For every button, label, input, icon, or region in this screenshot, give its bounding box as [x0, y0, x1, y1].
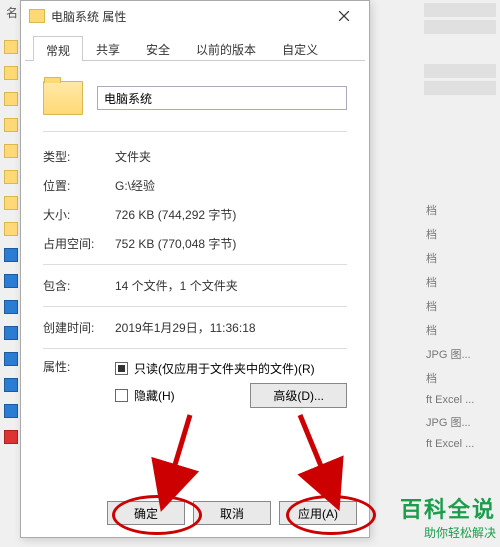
tab-sharing[interactable]: 共享	[83, 35, 133, 60]
location-label: 位置:	[43, 177, 115, 194]
hidden-checkbox[interactable]	[115, 389, 128, 402]
created-label: 创建时间:	[43, 319, 115, 336]
titlebar[interactable]: 电脑系统 属性	[21, 1, 369, 31]
type-label: 类型:	[43, 148, 115, 165]
big-folder-icon	[43, 81, 83, 115]
ok-button[interactable]: 确定	[107, 501, 185, 525]
bg-icon-column	[4, 40, 18, 456]
attributes-label: 属性:	[43, 358, 115, 375]
type-value: 文件夹	[115, 148, 347, 165]
tab-general[interactable]: 常规	[33, 36, 83, 61]
size-label: 大小:	[43, 206, 115, 223]
location-value: G:\经验	[115, 177, 347, 194]
tab-previous-versions[interactable]: 以前的版本	[183, 35, 269, 60]
folder-icon	[29, 9, 45, 23]
readonly-checkbox[interactable]	[115, 362, 128, 375]
disk-size-value: 752 KB (770,048 字节)	[115, 235, 347, 252]
tab-security[interactable]: 安全	[133, 35, 183, 60]
tab-content: 类型: 文件夹 位置: G:\经验 大小: 726 KB (744,292 字节…	[21, 61, 369, 425]
properties-dialog: 电脑系统 属性 常规 共享 安全 以前的版本 自定义 类型: 文件夹 位置: G…	[20, 0, 370, 538]
contains-value: 14 个文件，1 个文件夹	[115, 277, 347, 294]
hidden-label: 隐藏(H)	[134, 387, 175, 404]
watermark-subtitle: 助你轻松解决	[400, 524, 496, 541]
size-value: 726 KB (744,292 字节)	[115, 206, 347, 223]
close-icon	[339, 11, 349, 21]
disk-size-label: 占用空间:	[43, 235, 115, 252]
apply-button[interactable]: 应用(A)	[279, 501, 357, 525]
readonly-label: 只读(仅应用于文件夹中的文件)(R)	[134, 360, 315, 377]
window-title: 电脑系统 属性	[51, 8, 323, 25]
advanced-button[interactable]: 高级(D)...	[250, 383, 347, 408]
close-button[interactable]	[323, 2, 365, 30]
tab-strip: 常规 共享 安全 以前的版本 自定义	[25, 31, 365, 61]
watermark-title: 百科全说	[400, 492, 496, 524]
bg-file-types: 档 档 档 档 档 档 JPG 图... 档 ft Excel ... JPG …	[420, 0, 500, 454]
tab-customize[interactable]: 自定义	[269, 35, 331, 60]
folder-name-input[interactable]	[97, 86, 347, 110]
contains-label: 包含:	[43, 277, 115, 294]
cancel-button[interactable]: 取消	[193, 501, 271, 525]
watermark: 百科全说 助你轻松解决	[400, 492, 496, 541]
created-value: 2019年1月29日，11:36:18	[115, 319, 347, 336]
